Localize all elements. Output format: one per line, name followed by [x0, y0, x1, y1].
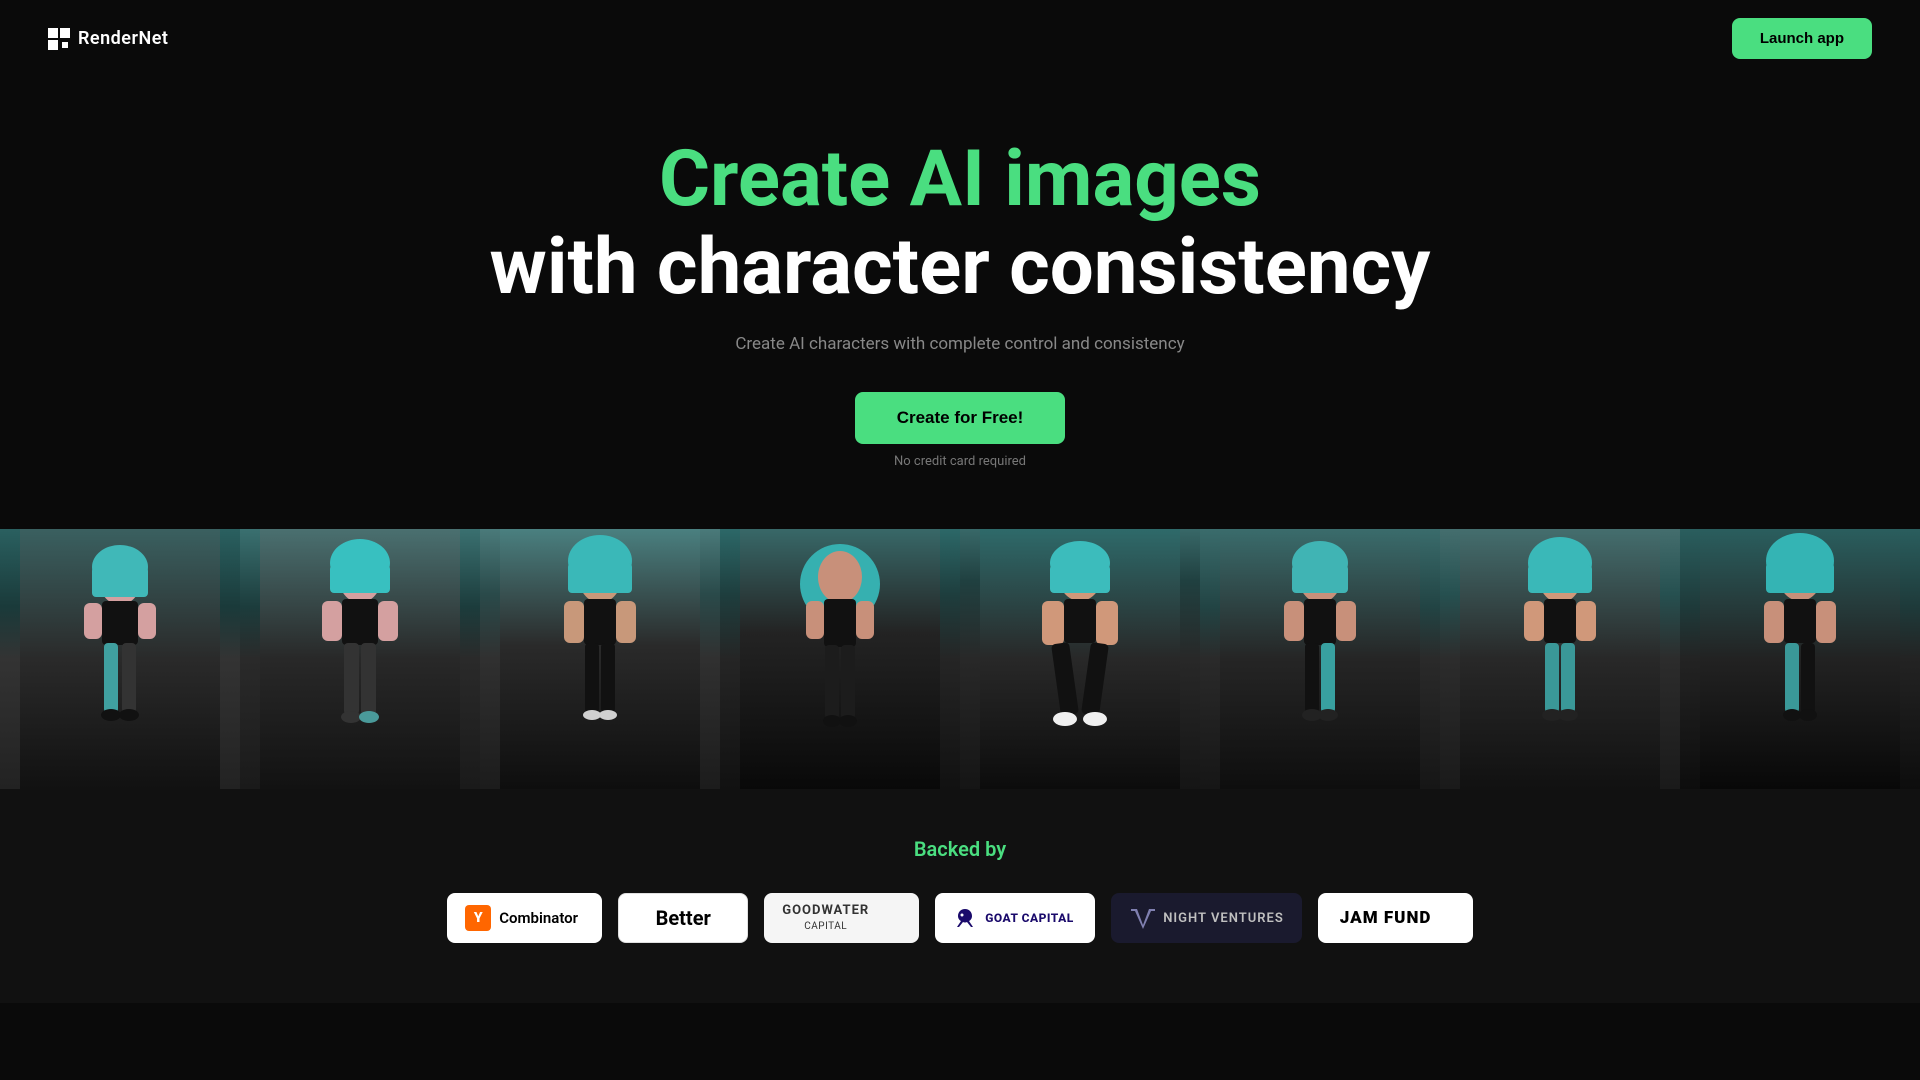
sponsor-ycombinator: Y Combinator: [447, 893, 602, 943]
person-figure-8: [1680, 529, 1920, 789]
create-free-button[interactable]: Create for Free!: [855, 392, 1066, 444]
strip-image-8: [1680, 529, 1920, 789]
hero-title-line1: Create AI images: [20, 137, 1900, 223]
sponsor-better: Better: [618, 893, 748, 943]
hero-section: Create AI images with character consiste…: [0, 77, 1920, 519]
person-figure-6: [1200, 529, 1440, 789]
no-credit-text: No credit card required: [894, 454, 1026, 469]
person-figure-4: [720, 529, 960, 789]
goodwater-label: GOODWATERCAPITAL: [782, 903, 869, 933]
strip-image-3: [480, 529, 720, 789]
sponsor-nightventures: NIGHT VENTURES: [1111, 893, 1302, 943]
person-figure-2: [240, 529, 480, 789]
yc-icon: Y: [465, 905, 491, 931]
hero-title-line2: with character consistency: [20, 223, 1900, 313]
image-strip: [0, 529, 1920, 789]
strip-image-4: [720, 529, 960, 789]
strip-image-6: [1200, 529, 1440, 789]
goat-icon: [951, 907, 979, 929]
jamfund-label: JAM FUND: [1340, 908, 1432, 928]
hero-title: Create AI images with character consiste…: [20, 137, 1900, 312]
sponsor-goodwater: GOODWATERCAPITAL: [764, 893, 919, 943]
backed-by-section: Backed by Y Combinator Better GOODWATERC…: [0, 789, 1920, 1003]
strip-image-7: [1440, 529, 1680, 789]
better-label: Better: [656, 906, 711, 930]
person-figure-3: [480, 529, 720, 789]
brand-name: RenderNet: [78, 28, 168, 49]
strip-image-1: [0, 529, 240, 789]
strip-image-2: [240, 529, 480, 789]
yc-label: Combinator: [499, 909, 578, 927]
strip-image-5: [960, 529, 1200, 789]
cta-area: Create for Free! No credit card required: [20, 392, 1900, 469]
person-figure-1: [0, 529, 240, 789]
sponsor-goatcapital: GOAT CAPITAL: [935, 893, 1095, 943]
launch-app-button[interactable]: Launch app: [1732, 18, 1872, 59]
backed-by-label: Backed by: [20, 837, 1900, 861]
sponsor-jamfund: JAM FUND: [1318, 893, 1473, 943]
nightventures-label: NIGHT VENTURES: [1163, 911, 1284, 926]
goatcapital-label: GOAT CAPITAL: [985, 911, 1074, 925]
sponsors-list: Y Combinator Better GOODWATERCAPITAL GOA…: [20, 893, 1900, 943]
logo: RenderNet: [48, 28, 168, 50]
logo-icon: [48, 28, 70, 50]
hero-subtitle: Create AI characters with complete contr…: [20, 334, 1900, 354]
person-figure-5: [960, 529, 1200, 789]
person-figure-7: [1440, 529, 1680, 789]
nightventures-icon: [1129, 907, 1157, 929]
navbar: RenderNet Launch app: [0, 0, 1920, 77]
